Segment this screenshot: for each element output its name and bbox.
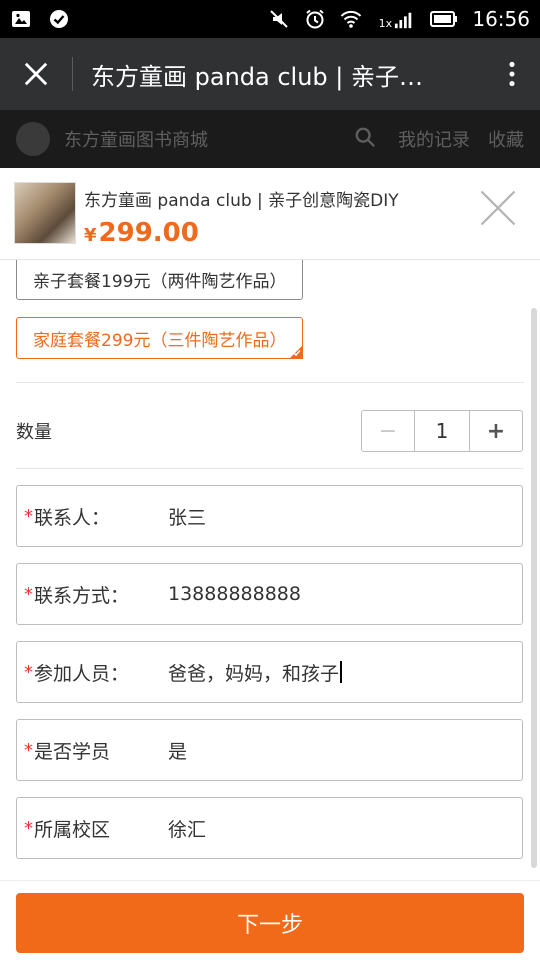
currency-symbol: ¥ [84,225,97,246]
quantity-decrease-button[interactable]: − [362,411,414,451]
quantity-stepper: − 1 + [361,410,523,452]
store-name: 东方童画图书商城 [64,130,208,151]
battery-icon [430,8,458,30]
mute-icon [268,8,290,30]
network-label: 1x [378,17,393,30]
product-thumbnail [14,182,76,244]
required-mark: * [24,583,33,605]
product-summary: 东方童画 panda club | 亲子创意陶瓷DIY ¥299.00 [0,168,540,260]
store-logo [16,122,50,156]
background-store-header: 东方童画图书商城 我的记录 收藏 [0,110,540,168]
product-price: ¥299.00 [84,218,199,248]
more-options-button[interactable] [484,38,540,110]
price-value: 299.00 [98,218,199,248]
check-notification-icon [48,8,70,30]
package-label: 亲子套餐199元（两件陶艺作品） [33,271,287,292]
text-cursor [340,661,343,683]
field-label: 是否学员 [34,740,111,763]
field-label: 所属校区 [34,818,111,841]
field-label: 联系方式： [34,584,130,607]
field-label: 联系人： [34,506,111,529]
nav-favorites: 收藏 [488,130,524,151]
purchase-sheet: 东方童画 panda club | 亲子创意陶瓷DIY ¥299.00 亲子套餐… [0,168,540,960]
image-notification-icon [10,8,32,30]
nav-my-records: 我的记录 [398,130,470,151]
quantity-label: 数量 [16,422,52,443]
divider [16,382,524,383]
package-option-199[interactable]: 亲子套餐199元（两件陶艺作品） [16,260,304,300]
field-value: 是 [168,740,188,763]
options-scroll-area[interactable]: 亲子套餐199元（两件陶艺作品） 家庭套餐299元（三件陶艺作品） 数量 − 1… [0,260,540,880]
titlebar-divider [72,57,73,91]
required-mark: * [24,739,33,761]
alarm-icon [304,8,326,30]
wifi-icon [340,8,362,30]
sheet-footer: 下一步 [0,880,540,960]
status-bar: 1x 16:56 [0,0,540,38]
clock-time: 16:56 [472,7,530,31]
required-mark: * [24,505,33,527]
field-value: 徐汇 [168,818,207,841]
field-label: 参加人员： [34,662,130,685]
divider [16,468,524,469]
campus-field[interactable]: * 所属校区 徐汇 [16,797,523,859]
more-vertical-icon [509,61,515,87]
field-value: 张三 [168,506,207,529]
participants-field[interactable]: * 参加人员： 爸爸，妈妈，和孩子 [16,641,523,703]
is-student-field[interactable]: * 是否学员 是 [16,719,523,781]
contact-phone-field[interactable]: * 联系方式： 13888888888 [16,563,523,625]
quantity-increase-button[interactable]: + [470,411,522,451]
required-mark: * [24,817,33,839]
package-label: 家庭套餐299元（三件陶艺作品） [33,330,287,351]
contact-name-field[interactable]: * 联系人： 张三 [16,485,523,547]
close-webview-button[interactable] [0,38,72,110]
close-sheet-button[interactable] [476,186,524,234]
webview-titlebar: 东方童画 panda club | 亲子… [0,38,540,110]
required-mark: * [24,661,33,683]
signal-icon: 1x [376,8,416,30]
next-step-button[interactable]: 下一步 [16,893,524,953]
check-icon [293,350,302,357]
field-value: 13888888888 [168,583,301,605]
close-icon [480,190,516,226]
scrollbar[interactable] [531,308,537,868]
page-title: 东方童画 panda club | 亲子… [91,62,424,91]
package-option-299[interactable]: 家庭套餐299元（三件陶艺作品） [16,317,304,359]
close-icon [24,62,48,86]
field-value: 爸爸，妈妈，和孩子 [168,662,340,685]
product-title: 东方童画 panda club | 亲子创意陶瓷DIY [84,191,399,211]
quantity-value[interactable]: 1 [414,411,470,451]
search-icon [354,126,376,153]
